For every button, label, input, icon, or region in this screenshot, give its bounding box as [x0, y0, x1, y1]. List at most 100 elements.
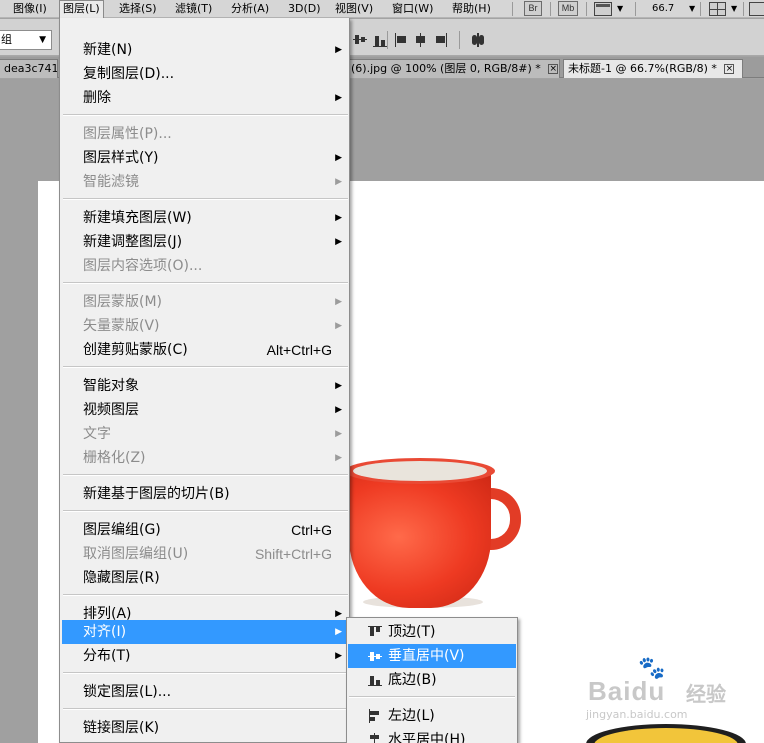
submenu-item-vertical-centers[interactable]: 垂直居中(V): [348, 644, 516, 668]
menu-separator: [349, 696, 515, 698]
submenu-arrow-icon: ▶: [335, 405, 342, 415]
menu-item-layer-style[interactable]: 图层样式(Y) ▶: [62, 146, 349, 170]
menu-view[interactable]: 视图(V): [332, 0, 376, 18]
tab-document-2[interactable]: (6).jpg @ 100% (图层 0, RGB/8#) * ×: [346, 59, 560, 78]
close-icon[interactable]: ×: [724, 64, 735, 74]
shortcut-label: Shift+Ctrl+G: [254, 546, 332, 562]
menu-item-duplicate-layer[interactable]: 复制图层(D)...: [62, 62, 349, 86]
align-bottom-edges-icon[interactable]: [372, 32, 388, 48]
screen-mode-icon[interactable]: [594, 2, 612, 16]
watermark-brand: Baidu: [588, 676, 666, 706]
align-vcenter-edges-icon[interactable]: [352, 32, 368, 48]
bridge-icon[interactable]: Br: [524, 1, 542, 16]
chevron-down-icon: ▼: [39, 35, 46, 45]
red-cup-image: [345, 458, 525, 608]
auto-select-value: 组: [1, 33, 12, 46]
tab-document-1[interactable]: dea3c7412: [0, 59, 58, 78]
menu-item-type: 文字 ▶: [62, 422, 349, 446]
extras-icon[interactable]: [749, 2, 764, 16]
menu-separator: [63, 672, 348, 674]
submenu-arrow-icon: ▶: [335, 429, 342, 439]
tab-label: 未标题-1 @ 66.7%(RGB/8) *: [568, 62, 717, 75]
menu-separator: [63, 594, 348, 596]
menu-item-create-clipping-mask[interactable]: 创建剪贴蒙版(C) Alt+Ctrl+G: [62, 338, 349, 362]
cup-inside: [353, 461, 487, 481]
menu-item-group-layers[interactable]: 图层编组(G) Ctrl+G: [62, 518, 349, 542]
chevron-down-icon[interactable]: ▼: [617, 1, 623, 17]
align-top-icon: [368, 625, 382, 639]
menu-item-distribute[interactable]: 分布(T) ▶: [62, 644, 349, 668]
zoom-level[interactable]: 66.7: [652, 0, 674, 18]
menu-item-new-layer-based-slice[interactable]: 新建基于图层的切片(B): [62, 482, 349, 506]
menu-item-smart-object[interactable]: 智能对象 ▶: [62, 374, 349, 398]
menubar-divider: [700, 2, 701, 16]
options-divider: [459, 31, 460, 49]
distribute-left-icon[interactable]: [393, 32, 409, 48]
auto-select-dropdown[interactable]: 组 ▼: [0, 30, 52, 50]
align-left-icon: [368, 709, 382, 723]
menu-3d[interactable]: 3D(D): [285, 0, 324, 18]
submenu-arrow-icon: ▶: [335, 297, 342, 307]
menu-item-ungroup-layers: 取消图层编组(U) Shift+Ctrl+G: [62, 542, 349, 566]
arrange-documents-icon[interactable]: [709, 2, 726, 16]
menu-item-rasterize: 栅格化(Z) ▶: [62, 446, 349, 470]
menu-item-new-adjustment-layer[interactable]: 新建调整图层(J) ▶: [62, 230, 349, 254]
menu-item-lock-layers[interactable]: 锁定图层(L)...: [62, 680, 349, 704]
menubar-divider: [586, 2, 587, 16]
menu-separator: [63, 114, 348, 116]
submenu-item-top-edges[interactable]: 顶边(T): [348, 620, 516, 644]
menu-separator: [63, 198, 348, 200]
distribute-hcenter-icon[interactable]: [413, 32, 429, 48]
menu-item-delete[interactable]: 删除 ▶: [62, 86, 349, 110]
menu-item-vector-mask: 矢量蒙版(V) ▶: [62, 314, 349, 338]
menubar-divider: [743, 2, 744, 16]
menu-item-new-fill-layer[interactable]: 新建填充图层(W) ▶: [62, 206, 349, 230]
tab-label: dea3c7412: [4, 62, 58, 75]
align-horizontal-center-icon: [368, 733, 382, 743]
menu-item-align[interactable]: 对齐(I) ▶: [62, 620, 349, 644]
menu-help[interactable]: 帮助(H): [449, 0, 494, 18]
auto-align-layers-icon[interactable]: [470, 32, 486, 48]
menu-separator: [63, 510, 348, 512]
watermark-cn: 经验: [686, 682, 726, 706]
submenu-item-horizontal-centers[interactable]: 水平居中(H): [348, 728, 516, 743]
menu-image[interactable]: 图像(I): [10, 0, 50, 18]
align-bottom-icon: [368, 673, 382, 687]
shortcut-label: Alt+Ctrl+G: [266, 342, 332, 358]
submenu-arrow-icon: ▶: [335, 153, 342, 163]
tab-document-3[interactable]: 未标题-1 @ 66.7%(RGB/8) * ×: [563, 59, 743, 78]
chevron-down-icon[interactable]: ▼: [731, 1, 737, 17]
baidu-watermark: 🐾 Baidu 经验 jingyan.baidu.com: [582, 656, 742, 721]
align-submenu: 顶边(T) 垂直居中(V) 底边(B) 左边(L) 水平居中(H): [346, 617, 518, 743]
submenu-arrow-icon: ▶: [335, 93, 342, 103]
menu-item-layer-content-options: 图层内容选项(O)...: [83, 258, 203, 274]
menu-item-hide-layers[interactable]: 隐藏图层(R): [62, 566, 349, 590]
distribute-buttons-group: [393, 32, 449, 48]
options-divider: [387, 31, 388, 49]
submenu-arrow-icon: ▶: [335, 381, 342, 391]
layer-menu: 新建(N) ▶ 复制图层(D)... 删除 ▶ 图层属性(P)... 图层样式(Y)…: [59, 18, 350, 743]
minibridge-icon[interactable]: Mb: [558, 1, 578, 16]
chevron-down-icon[interactable]: ▼: [689, 1, 695, 17]
menu-select[interactable]: 选择(S): [116, 0, 160, 18]
menu-separator: [63, 708, 348, 710]
menu-item-video-layers[interactable]: 视频图层 ▶: [62, 398, 349, 422]
submenu-item-bottom-edges[interactable]: 底边(B): [348, 668, 516, 692]
submenu-arrow-icon: ▶: [335, 45, 342, 55]
menu-filter[interactable]: 滤镜(T): [172, 0, 215, 18]
submenu-arrow-icon: ▶: [335, 177, 342, 187]
menu-item-new[interactable]: 新建(N) ▶: [62, 38, 349, 62]
close-icon[interactable]: ×: [548, 64, 559, 74]
menubar: 图像(I) 图层(L) 选择(S) 滤镜(T) 分析(A) 3D(D) 视图(V…: [0, 0, 764, 19]
menu-layer[interactable]: 图层(L): [59, 0, 104, 19]
menu-separator: [63, 366, 348, 368]
menu-item-smart-filter: 智能滤镜 ▶: [62, 170, 349, 194]
menu-window[interactable]: 窗口(W): [389, 0, 436, 18]
menu-analysis[interactable]: 分析(A): [228, 0, 272, 18]
submenu-arrow-icon: ▶: [335, 237, 342, 247]
submenu-item-left-edges[interactable]: 左边(L): [348, 704, 516, 728]
menu-item-link-layers[interactable]: 链接图层(K): [62, 716, 349, 740]
menu-separator: [63, 474, 348, 476]
menubar-divider: [635, 2, 636, 16]
distribute-right-icon[interactable]: [433, 32, 449, 48]
